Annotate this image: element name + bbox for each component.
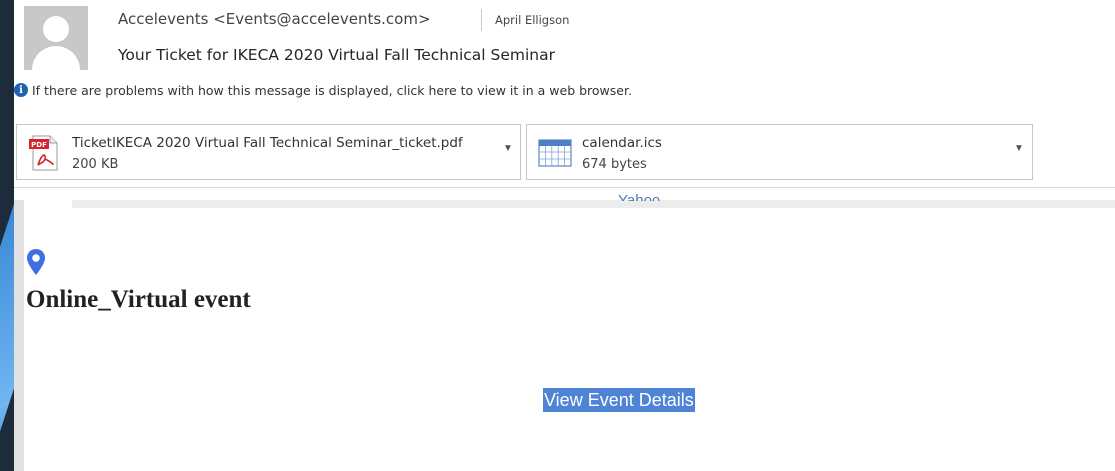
recipient-name[interactable]: April Elligson <box>495 13 569 27</box>
clipped-text: Yahoo <box>618 193 660 201</box>
info-message[interactable]: If there are problems with how this mess… <box>32 83 632 98</box>
body-left-border <box>14 200 24 471</box>
attachment-pdf[interactable]: PDF TicketIKECA 2020 Virtual Fall Techni… <box>16 124 521 180</box>
info-icon: i <box>14 83 28 97</box>
header-divider <box>14 187 1115 188</box>
event-location: Online_Virtual event <box>26 286 251 313</box>
info-bar[interactable]: i If there are problems with how this me… <box>14 80 632 100</box>
attachment-size: 674 bytes <box>582 157 647 172</box>
chevron-down-icon[interactable]: ▼ <box>1014 143 1024 154</box>
header-separator <box>481 9 482 31</box>
sender-address[interactable]: Accelevents <Events@accelevents.com> <box>118 10 431 28</box>
location-pin-icon <box>27 249 45 275</box>
sender-avatar <box>24 6 88 70</box>
calendar-icon <box>538 139 572 167</box>
message-body: Yahoo <box>14 193 1115 471</box>
attachment-filename: TicketIKECA 2020 Virtual Fall Technical … <box>72 135 463 151</box>
chevron-down-icon[interactable]: ▼ <box>503 143 513 154</box>
attachment-filename: calendar.ics <box>582 135 662 151</box>
attachment-calendar[interactable]: calendar.ics 674 bytes ▼ <box>526 124 1033 180</box>
view-event-details-link[interactable]: View Event Details <box>543 388 695 412</box>
body-top-strip <box>72 200 1115 208</box>
desktop-background <box>0 0 14 471</box>
pdf-icon: PDF <box>29 135 58 171</box>
attachment-size: 200 KB <box>72 157 119 172</box>
svg-text:PDF: PDF <box>31 141 47 149</box>
message-header: Accelevents <Events@accelevents.com> Apr… <box>14 0 1115 200</box>
email-subject: Your Ticket for IKECA 2020 Virtual Fall … <box>118 46 555 64</box>
